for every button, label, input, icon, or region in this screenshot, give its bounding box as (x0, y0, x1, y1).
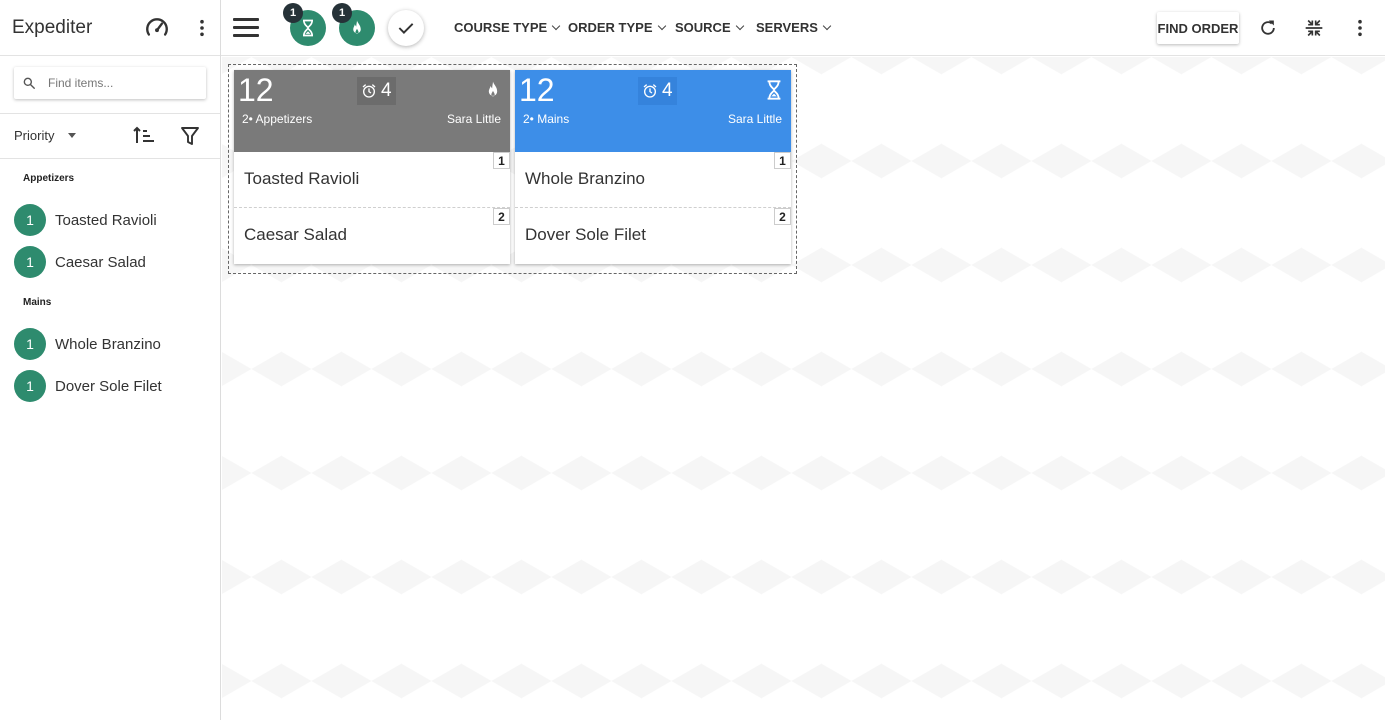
list-item[interactable]: 1 Whole Branzino (0, 323, 220, 365)
search-section (0, 56, 220, 114)
sort-order-icon[interactable] (133, 126, 155, 146)
group-label: Mains (23, 297, 52, 308)
ticket-item-name: Caesar Salad (244, 225, 348, 244)
hourglass-icon (303, 19, 313, 37)
item-name: Whole Branzino (55, 335, 161, 353)
collapse-view-icon[interactable] (1302, 16, 1326, 40)
ticket-item[interactable]: Dover Sole Filet 2 (515, 208, 791, 264)
ticket-board: 12 4 2• Appetizers Sara Little Toasted R… (222, 57, 1385, 720)
timer-value: 4 (662, 80, 673, 101)
filter-order-type[interactable]: ORDER TYPE (568, 20, 666, 35)
fire-icon (482, 77, 504, 103)
ticket-item-name: Toasted Ravioli (244, 169, 360, 188)
ticket-header[interactable]: 12 4 2• Mains Sara Little (515, 70, 791, 152)
ticket-appetizers[interactable]: 12 4 2• Appetizers Sara Little Toasted R… (234, 70, 510, 264)
fire-icon (353, 20, 361, 34)
quantity-badge: 1 (14, 204, 46, 236)
app-title: Expediter (12, 16, 93, 38)
filter-label: SERVERS (756, 20, 818, 35)
ticket-number: 12 (238, 72, 274, 108)
quantity-badge: 1 (14, 246, 46, 278)
seat-badge: 1 (493, 152, 510, 169)
seat-badge: 2 (493, 208, 510, 225)
timer-value: 4 (381, 80, 392, 101)
chevron-down-icon (551, 21, 561, 30)
item-name: Toasted Ravioli (55, 211, 157, 229)
more-options-icon[interactable] (1348, 16, 1372, 40)
seat-badge: 1 (774, 152, 791, 169)
group-label: Appetizers (23, 173, 75, 184)
chevron-down-icon (735, 21, 744, 30)
find-order-button[interactable]: FIND ORDER (1157, 12, 1239, 44)
ticket-server: Sara Little (446, 112, 501, 126)
ticket-item-name: Whole Branzino (525, 169, 646, 188)
completed-tickets-button[interactable] (388, 10, 424, 46)
ticket-mains[interactable]: 12 4 2• Mains Sara Little Whole Branzino… (515, 70, 791, 264)
ticket-item[interactable]: Toasted Ravioli 1 (234, 152, 510, 208)
quantity-badge: 1 (14, 328, 46, 360)
chevron-down-icon (657, 21, 666, 30)
ticket-course: 2• Mains (523, 112, 570, 126)
seat-badge: 2 (774, 208, 791, 225)
sort-row: Priority (0, 114, 220, 159)
fired-tickets-button[interactable]: 1 (332, 3, 375, 46)
item-name: Caesar Salad (55, 253, 146, 271)
filter-label: COURSE TYPE (454, 20, 548, 35)
filter-label: SOURCE (675, 20, 731, 35)
list-item[interactable]: 1 Dover Sole Filet (0, 365, 220, 407)
sort-label: Priority (14, 128, 55, 143)
hourglass-icon (763, 77, 785, 103)
sidebar-more-icon[interactable] (193, 15, 211, 41)
dropdown-caret-icon (68, 133, 77, 138)
ticket-timer: 4 (638, 77, 677, 105)
waiting-count-badge: 1 (283, 3, 303, 23)
quantity-badge: 1 (14, 370, 46, 402)
search-box (14, 67, 206, 99)
ticket-timer: 4 (357, 77, 396, 105)
filter-course-type[interactable]: COURSE TYPE (454, 20, 561, 35)
search-input[interactable] (48, 76, 198, 90)
fired-count-badge: 1 (332, 3, 352, 23)
top-bar: 1 1 COURSE TYPE ORDER TYPE SOURCE SERVER… (221, 0, 1385, 56)
refresh-icon[interactable] (1256, 16, 1280, 40)
check-icon (398, 23, 414, 34)
filter-servers[interactable]: SERVERS (756, 20, 832, 35)
list-item[interactable]: 1 Caesar Salad (0, 241, 220, 283)
sort-select[interactable]: Priority (14, 128, 77, 143)
menu-icon[interactable] (233, 18, 259, 38)
ticket-item[interactable]: Whole Branzino 1 (515, 152, 791, 208)
sidebar: Expediter Priority Appetizers 1 Toasted … (0, 0, 221, 720)
ticket-header[interactable]: 12 4 2• Appetizers Sara Little (234, 70, 510, 152)
alarm-clock-icon (643, 84, 657, 98)
sidebar-group-mains: Mains 1 Whole Branzino 1 Dover Sole File… (0, 283, 220, 407)
ticket-item-name: Dover Sole Filet (525, 225, 646, 244)
filter-source[interactable]: SOURCE (675, 20, 744, 35)
item-name: Dover Sole Filet (55, 377, 162, 395)
filter-icon[interactable] (180, 126, 200, 146)
alarm-clock-icon (362, 84, 376, 98)
sidebar-group-appetizers: Appetizers 1 Toasted Ravioli 1 Caesar Sa… (0, 159, 220, 283)
speedometer-icon[interactable] (144, 15, 170, 41)
sidebar-header: Expediter (0, 0, 220, 56)
ticket-server: Sara Little (727, 112, 782, 126)
ticket-item[interactable]: Caesar Salad 2 (234, 208, 510, 264)
filter-label: ORDER TYPE (568, 20, 653, 35)
list-item[interactable]: 1 Toasted Ravioli (0, 199, 220, 241)
waiting-tickets-button[interactable]: 1 (283, 3, 326, 46)
chevron-down-icon (822, 21, 832, 30)
ticket-course: 2• Appetizers (242, 112, 313, 126)
ticket-number: 12 (519, 72, 555, 108)
search-icon (23, 77, 35, 89)
